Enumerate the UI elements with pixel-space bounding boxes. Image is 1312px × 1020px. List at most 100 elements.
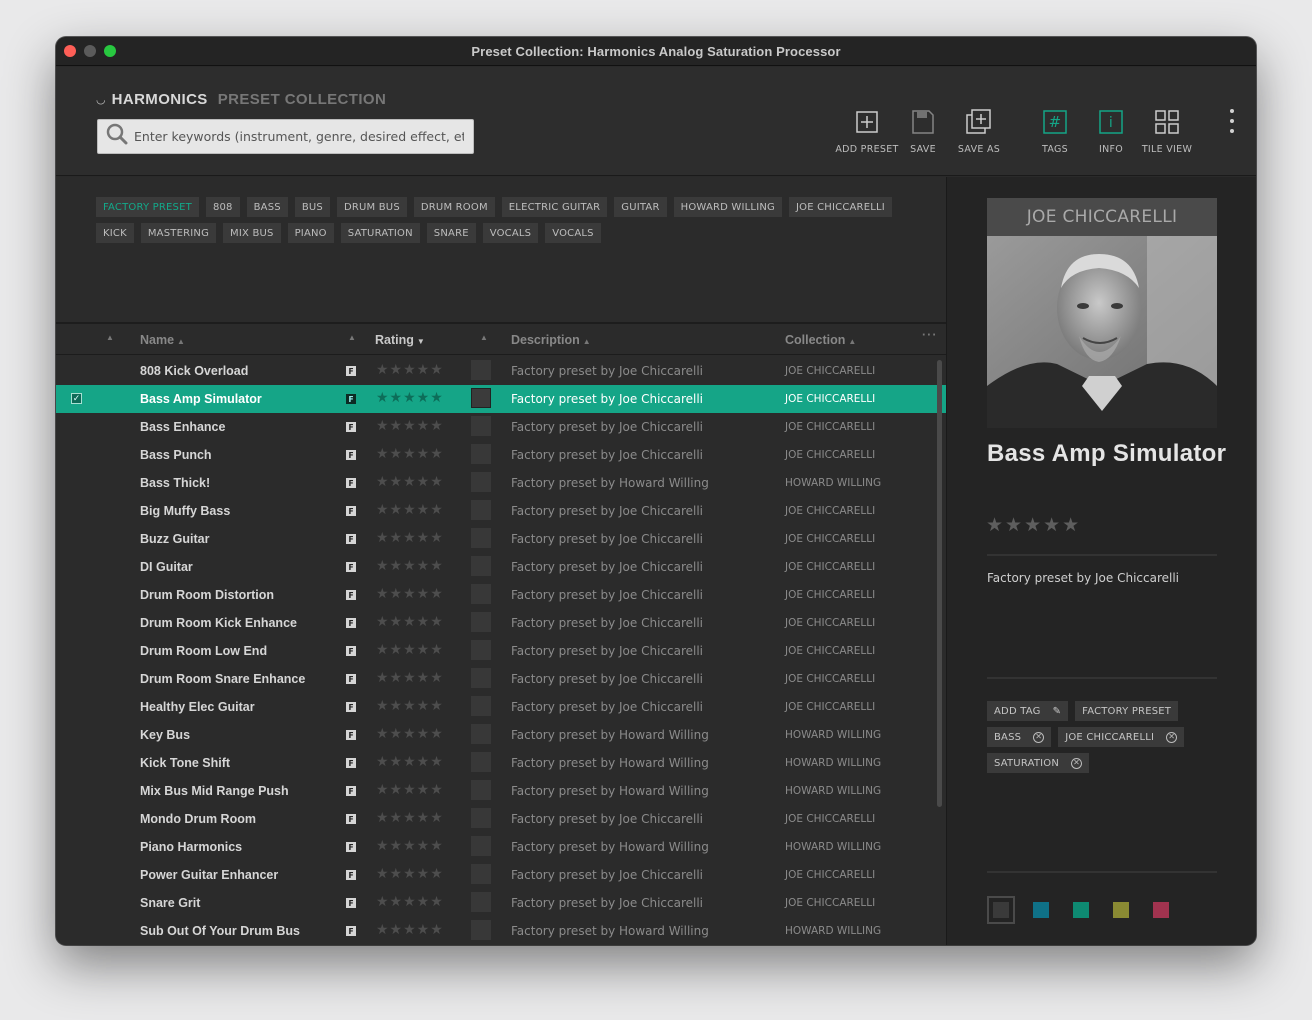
tag-filter-chip[interactable]: VOCALS <box>482 223 539 243</box>
save-as-button[interactable]: SAVE AS <box>944 107 1014 155</box>
color-label[interactable] <box>471 500 491 520</box>
add-tag-button[interactable]: ADD TAG ✎ <box>987 701 1069 721</box>
table-row[interactable]: Kick Tone Shift F ★★★★★ Factory preset by H… <box>56 749 946 777</box>
table-row[interactable]: Drum Room Snare Enhance F ★★★★★ Factory pre… <box>56 665 946 693</box>
table-row[interactable]: ✓ Bass Amp Simulator F ★★★★★ Factory preset … <box>56 385 946 413</box>
minimize-window-button[interactable] <box>84 45 96 57</box>
column-name-header[interactable]: Name ▲ <box>140 333 185 347</box>
color-label[interactable] <box>471 472 491 492</box>
scrollbar[interactable] <box>937 360 942 807</box>
color-label[interactable] <box>471 864 491 884</box>
rating-stars[interactable]: ★★★★★ <box>376 390 444 406</box>
color-label[interactable] <box>471 556 491 576</box>
more-options-icon[interactable] <box>1230 109 1234 133</box>
rating-stars[interactable]: ★★★★★ <box>376 502 444 518</box>
column-options-icon[interactable]: ··· <box>922 328 938 342</box>
tag-filter-chip[interactable]: BUS <box>294 197 330 217</box>
rating-stars[interactable]: ★★★★★ <box>376 558 444 574</box>
rating-stars[interactable]: ★★★★★ <box>376 642 444 658</box>
preset-tag[interactable]: JOE CHICCARELLI ✕ <box>1058 727 1185 747</box>
maximize-window-button[interactable] <box>104 45 116 57</box>
table-row[interactable]: Mondo Drum Room F ★★★★★ Factory preset by J… <box>56 805 946 833</box>
sort-factory-column-icon[interactable]: ▲ <box>348 333 356 342</box>
color-swatch[interactable] <box>1033 902 1049 918</box>
remove-tag-icon[interactable]: ✕ <box>1166 731 1178 743</box>
table-row[interactable]: Key Bus F ★★★★★ Factory preset by Howard Wi… <box>56 721 946 749</box>
table-row[interactable]: Healthy Elec Guitar F ★★★★★ Factory preset … <box>56 693 946 721</box>
color-label[interactable] <box>471 528 491 548</box>
rating-stars[interactable]: ★★★★★ <box>376 838 444 854</box>
column-rating-header[interactable]: Rating ▼ <box>375 333 425 347</box>
rating-stars[interactable]: ★★★★★ <box>376 614 444 630</box>
tag-filter-chip[interactable]: BASS <box>246 197 288 217</box>
color-label[interactable] <box>471 416 491 436</box>
tag-filter-chip[interactable]: GUITAR <box>614 197 667 217</box>
rating-stars[interactable]: ★★★★★ <box>376 810 444 826</box>
rating-stars[interactable]: ★★★★★ <box>376 894 444 910</box>
rating-stars[interactable]: ★★★★★ <box>376 866 444 882</box>
remove-tag-icon[interactable]: ✕ <box>1071 757 1083 769</box>
color-label[interactable] <box>471 780 491 800</box>
rating-stars[interactable]: ★★★★★ <box>376 446 444 462</box>
tag-filter-chip[interactable]: 808 <box>205 197 240 217</box>
table-row[interactable]: Drum Room Low End F ★★★★★ Factory preset by… <box>56 637 946 665</box>
color-label[interactable] <box>471 724 491 744</box>
rating-stars[interactable]: ★★★★★ <box>376 698 444 714</box>
tag-filter-chip[interactable]: DRUM BUS <box>336 197 407 217</box>
color-label[interactable] <box>471 388 491 408</box>
color-swatch[interactable] <box>1073 902 1089 918</box>
rating-stars[interactable]: ★★★★★ <box>376 782 444 798</box>
tag-filter-chip[interactable]: VOCALS <box>545 223 601 243</box>
preset-description[interactable]: Factory preset by Joe Chiccarelli <box>987 571 1179 585</box>
rating-stars[interactable]: ★★★★★ <box>376 586 444 602</box>
table-row[interactable]: Buzz Guitar F ★★★★★ Factory preset by Joe C… <box>56 525 946 553</box>
table-row[interactable]: Piano Harmonics F ★★★★★ Factory preset by H… <box>56 833 946 861</box>
color-label[interactable] <box>471 808 491 828</box>
remove-tag-icon[interactable]: ✕ <box>1033 731 1045 743</box>
color-label[interactable] <box>471 892 491 912</box>
tag-filter-chip[interactable]: PIANO <box>287 223 334 243</box>
table-row[interactable]: Snare Grit F ★★★★★ Factory preset by Joe Ch… <box>56 889 946 917</box>
preset-tag[interactable]: SATURATION ✕ <box>987 753 1090 773</box>
table-row[interactable]: 808 Kick Overload F ★★★★★ Factory preset by… <box>56 357 946 385</box>
tag-filter-chip[interactable]: KICK <box>96 223 134 243</box>
color-label[interactable] <box>471 836 491 856</box>
tag-filter-chip[interactable]: MASTERING <box>140 223 217 243</box>
color-label[interactable] <box>471 920 491 940</box>
table-row[interactable]: Sub Out Of Your Drum Bus F ★★★★★ Factory pr… <box>56 917 946 945</box>
rating-stars[interactable]: ★★★★★ <box>376 418 444 434</box>
sort-select-column-icon[interactable]: ▲ <box>106 333 114 342</box>
color-label[interactable] <box>471 668 491 688</box>
tag-filter-chip[interactable]: MIX BUS <box>223 223 281 243</box>
table-row[interactable]: Big Muffy Bass F ★★★★★ Factory preset by Jo… <box>56 497 946 525</box>
color-swatch-selected[interactable] <box>987 896 1015 924</box>
close-window-button[interactable] <box>64 45 76 57</box>
table-row[interactable]: DI Guitar F ★★★★★ Factory preset by Joe Chi… <box>56 553 946 581</box>
column-collection-header[interactable]: Collection ▲ <box>785 333 856 347</box>
tag-filter-chip[interactable]: SNARE <box>426 223 476 243</box>
rating-stars[interactable]: ★★★★★ <box>376 362 444 378</box>
tag-filter-chip[interactable]: SATURATION <box>340 223 420 243</box>
search-box[interactable] <box>97 119 474 154</box>
color-label[interactable] <box>471 360 491 380</box>
tag-filter-chip[interactable]: ELECTRIC GUITAR <box>501 197 608 217</box>
rating-stars[interactable]: ★★★★★ <box>376 922 444 938</box>
search-input[interactable] <box>134 129 464 144</box>
tag-filter-chip[interactable]: JOE CHICCARELLI <box>788 197 892 217</box>
preset-tag[interactable]: BASS ✕ <box>987 727 1052 747</box>
color-label[interactable] <box>471 444 491 464</box>
preset-rating[interactable]: ★★★★★ <box>986 514 1081 536</box>
table-row[interactable]: Drum Room Kick Enhance F ★★★★★ Factory pres… <box>56 609 946 637</box>
tag-filter-chip[interactable]: DRUM ROOM <box>413 197 495 217</box>
table-row[interactable]: Drum Room Distortion F ★★★★★ Factory preset… <box>56 581 946 609</box>
rating-stars[interactable]: ★★★★★ <box>376 530 444 546</box>
table-row[interactable]: Bass Thick! F ★★★★★ Factory preset by Howar… <box>56 469 946 497</box>
tile-view-button[interactable]: TILE VIEW <box>1132 107 1202 155</box>
color-label[interactable] <box>471 752 491 772</box>
tag-filter-chip[interactable]: FACTORY PRESET <box>96 197 199 217</box>
rating-stars[interactable]: ★★★★★ <box>376 670 444 686</box>
rating-stars[interactable]: ★★★★★ <box>376 474 444 490</box>
color-label[interactable] <box>471 640 491 660</box>
tag-filter-chip[interactable]: HOWARD WILLING <box>673 197 782 217</box>
color-swatch[interactable] <box>1153 902 1169 918</box>
